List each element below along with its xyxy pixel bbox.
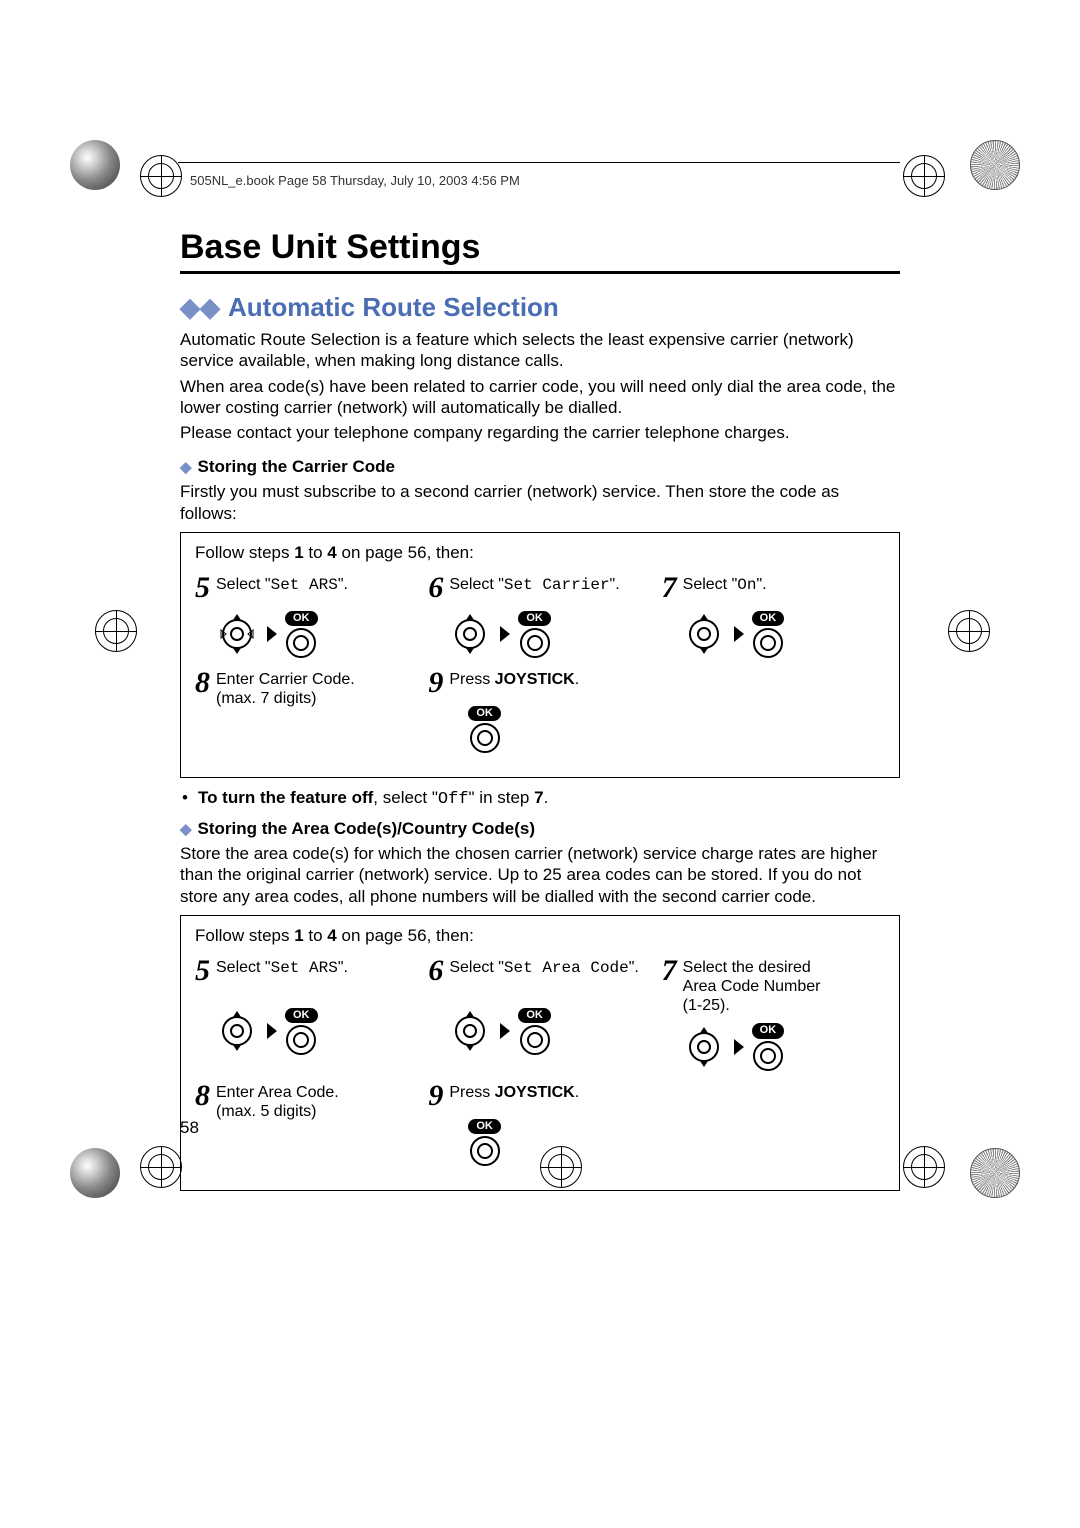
step-text: Select "Set ARS".	[216, 573, 348, 595]
ok-badge: OK	[468, 706, 501, 721]
intro-p3: Please contact your telephone company re…	[180, 422, 900, 443]
ok-button-icon	[286, 628, 316, 658]
sub-heading-text: Storing the Area Code(s)/Country Code(s)	[198, 819, 536, 839]
step-text: Select "Set ARS".	[216, 956, 348, 978]
crop-mark	[540, 1146, 582, 1188]
sub-heading: ◆ Storing the Carrier Code	[180, 457, 900, 477]
step-text: Enter Carrier Code. (max. 7 digits)	[216, 668, 355, 708]
diamond-icon: ◆◆	[180, 292, 220, 323]
steps-box-1: Follow steps 1 to 4 on page 56, then: 5 …	[180, 532, 900, 778]
step-7: 7 Select "On". OK	[662, 573, 885, 658]
sub1-lead: Firstly you must subscribe to a second c…	[180, 481, 900, 524]
step-number: 6	[428, 573, 443, 603]
step-text: Press JOYSTICK.	[449, 1081, 579, 1102]
section-heading-text: Automatic Route Selection	[228, 292, 559, 323]
print-sphere	[70, 140, 120, 190]
sub2-lead: Store the area code(s) for which the cho…	[180, 843, 900, 907]
step-6: 6 Select "Set Area Code". OK	[428, 956, 651, 1071]
step-text: Select "On".	[683, 573, 767, 595]
ok-button-icon	[520, 1025, 550, 1055]
step-text: Press JOYSTICK.	[449, 668, 579, 689]
ok-badge: OK	[518, 611, 551, 626]
joystick-icon	[448, 1009, 492, 1053]
joystick-icon	[448, 612, 492, 656]
joystick-icon	[215, 1009, 259, 1053]
page-title: Base Unit Settings	[180, 228, 900, 267]
follow-steps-line: Follow steps 1 to 4 on page 56, then:	[195, 543, 885, 563]
step-5: 5 Select "Set ARS". OK	[195, 956, 418, 1071]
print-hatched	[970, 140, 1020, 190]
step-number: 8	[195, 668, 210, 698]
ok-badge: OK	[752, 611, 785, 626]
step-number: 6	[428, 956, 443, 986]
step-7: 7 Select the desired Area Code Number (1…	[662, 956, 885, 1071]
ok-button-icon	[470, 723, 500, 753]
print-hatched	[970, 1148, 1020, 1198]
step-number: 5	[195, 956, 210, 986]
ok-badge: OK	[468, 1119, 501, 1134]
page-number: 58	[180, 1118, 199, 1138]
step-text: Select the desired Area Code Number (1-2…	[683, 956, 821, 1016]
ok-button-icon	[753, 628, 783, 658]
step-text: Select "Set Area Code".	[449, 956, 639, 978]
crop-mark	[140, 1146, 182, 1188]
crop-mark	[95, 610, 137, 652]
step-8: 8 Enter Carrier Code. (max. 7 digits)	[195, 668, 418, 753]
joystick-icon	[215, 612, 259, 656]
sub-heading: ◆ Storing the Area Code(s)/Country Code(…	[180, 819, 900, 839]
crop-mark	[903, 1146, 945, 1188]
crop-mark	[903, 155, 945, 197]
step-number: 9	[428, 1081, 443, 1111]
intro-p1: Automatic Route Selection is a feature w…	[180, 329, 900, 372]
sub-heading-text: Storing the Carrier Code	[198, 457, 395, 477]
arrow-right-icon	[267, 1023, 277, 1039]
joystick-icon	[682, 612, 726, 656]
joystick-icon	[682, 1025, 726, 1069]
ok-badge: OK	[518, 1008, 551, 1023]
step-9: 9 Press JOYSTICK. OK	[428, 668, 651, 753]
ok-badge: OK	[285, 1008, 318, 1023]
ok-button-icon	[520, 628, 550, 658]
ok-button-icon	[470, 1136, 500, 1166]
follow-steps-line: Follow steps 1 to 4 on page 56, then:	[195, 926, 885, 946]
arrow-right-icon	[734, 626, 744, 642]
running-header: 505NL_e.book Page 58 Thursday, July 10, …	[190, 173, 900, 188]
ok-button-icon	[753, 1041, 783, 1071]
step-number: 5	[195, 573, 210, 603]
ok-badge: OK	[285, 611, 318, 626]
arrow-right-icon	[500, 626, 510, 642]
ok-badge: OK	[752, 1023, 785, 1038]
step-6: 6 Select "Set Carrier". OK	[428, 573, 651, 658]
step-8: 8 Enter Area Code. (max. 5 digits)	[195, 1081, 418, 1166]
crop-mark	[140, 155, 182, 197]
diamond-small-icon: ◆	[180, 820, 192, 838]
step-number: 7	[662, 573, 677, 603]
step-number: 7	[662, 956, 677, 986]
step-text: Select "Set Carrier".	[449, 573, 619, 595]
note-line: To turn the feature off, select "Off" in…	[182, 788, 900, 809]
arrow-right-icon	[267, 626, 277, 642]
step-text: Enter Area Code. (max. 5 digits)	[216, 1081, 339, 1121]
print-sphere	[70, 1148, 120, 1198]
step-number: 9	[428, 668, 443, 698]
crop-mark	[948, 610, 990, 652]
step-number: 8	[195, 1081, 210, 1111]
arrow-right-icon	[734, 1039, 744, 1055]
arrow-right-icon	[500, 1023, 510, 1039]
intro-p2: When area code(s) have been related to c…	[180, 376, 900, 419]
ok-button-icon	[286, 1025, 316, 1055]
section-heading: ◆◆ Automatic Route Selection	[180, 292, 900, 323]
diamond-small-icon: ◆	[180, 458, 192, 476]
step-5: 5 Select "Set ARS". OK	[195, 573, 418, 658]
